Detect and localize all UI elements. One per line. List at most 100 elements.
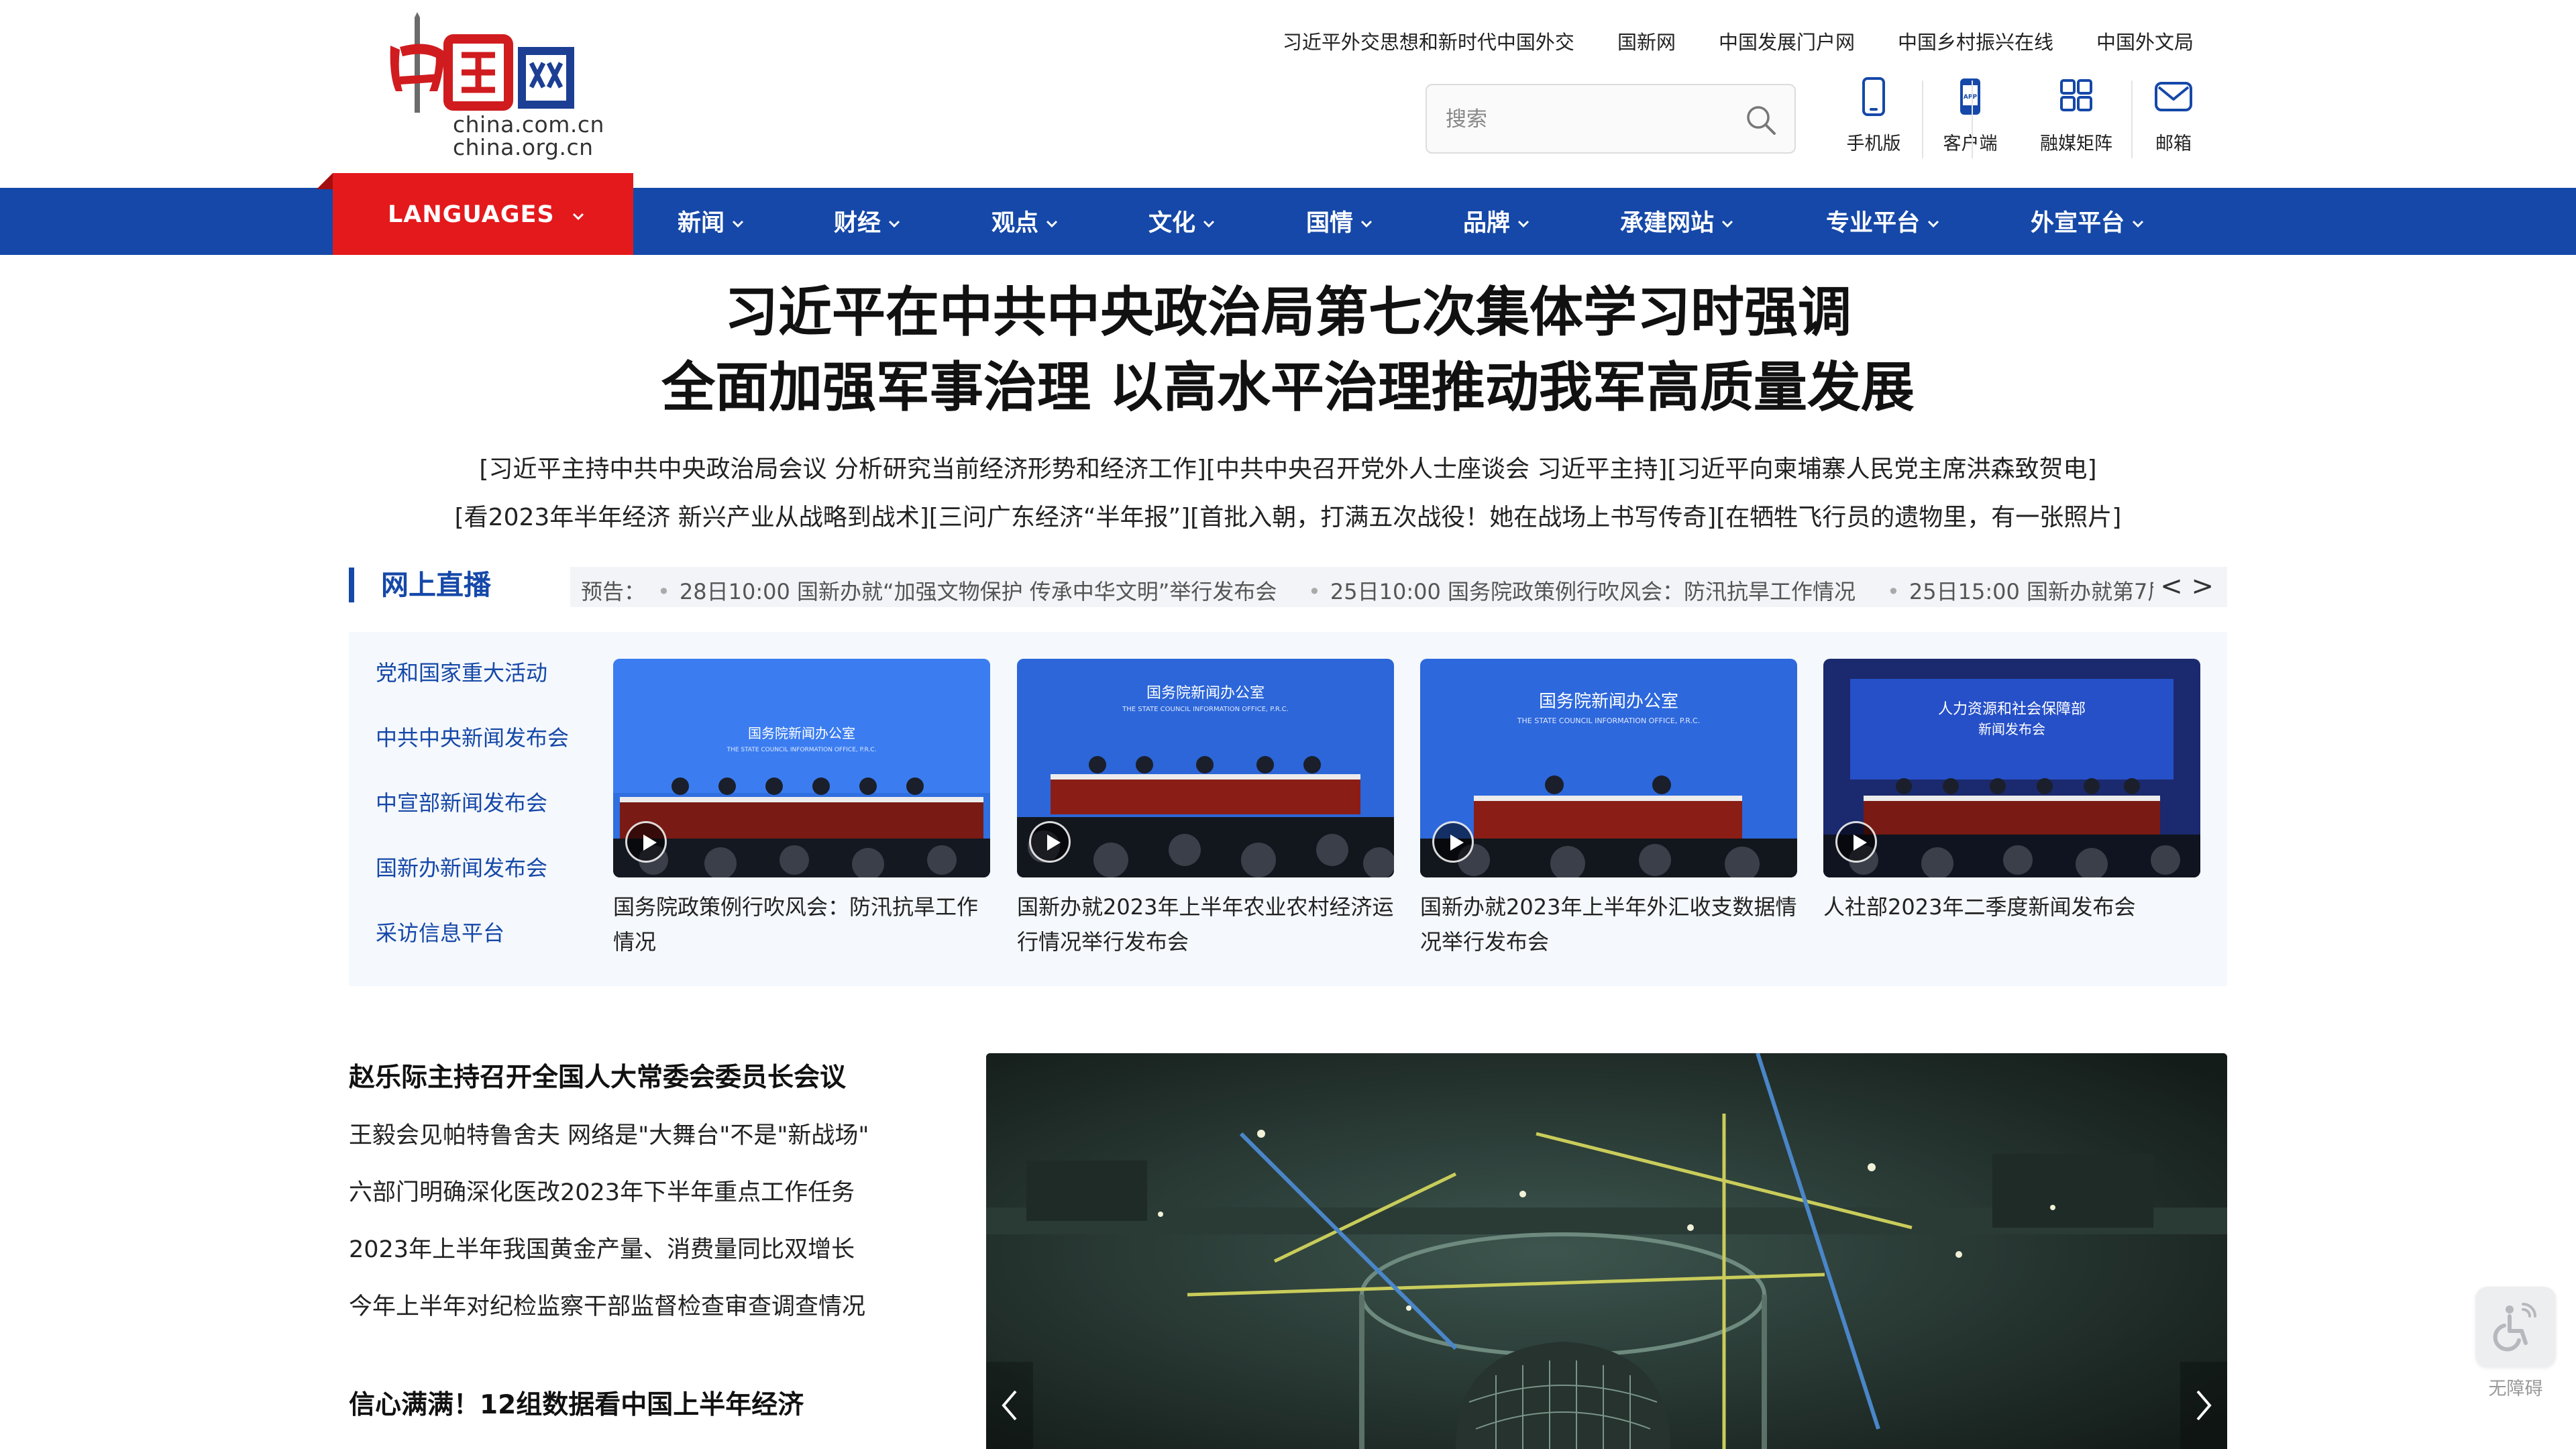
quick-mobile-label: 手机版 — [1846, 133, 1901, 154]
quick-media-matrix-label: 融媒矩阵 — [2040, 133, 2112, 154]
nav-opinion[interactable]: 观点 — [991, 204, 1059, 238]
live-card-thumbnail[interactable]: 国务院新闻办公室 THE STATE COUNCIL INFORMATION O… — [613, 659, 990, 877]
accessibility-label: 无障碍 — [2488, 1379, 2543, 1399]
news-item[interactable]: 六部门明确深化医改2023年下半年重点工作任务 — [349, 1173, 953, 1208]
site-logo[interactable]: china.com.cn china.org.cn — [376, 12, 604, 166]
quick-app-label: 客户端 — [1943, 133, 1998, 154]
nav-news[interactable]: 新闻 — [678, 204, 745, 238]
chevron-down-icon — [1927, 220, 1939, 228]
nav-pro-platforms[interactable]: 专业平台 — [1826, 204, 1940, 238]
play-icon[interactable] — [1432, 821, 1474, 863]
chevron-down-icon — [1203, 220, 1215, 228]
top-headline: 习近平在中共中央政治局第七次集体学习时强调 全面加强军事治理 以高水平治理推动我… — [0, 275, 2576, 425]
ticker-item[interactable]: 25日15:00 国新办就第7届 — [1887, 575, 2169, 606]
screen-subtitle: 新闻发布会 — [1978, 721, 2045, 737]
toplink-development-gateway[interactable]: 中国发展门户网 — [1719, 27, 1855, 55]
nav-brand-label: 品牌 — [1463, 210, 1511, 237]
nav-finance[interactable]: 财经 — [834, 204, 901, 238]
mobile-icon — [1862, 77, 1885, 116]
nav-culture[interactable]: 文化 — [1148, 204, 1216, 238]
carousel-image — [986, 1053, 2227, 1449]
photo-carousel[interactable] — [986, 1053, 2227, 1449]
live-category[interactable]: 中宣部新闻发布会 — [376, 786, 547, 817]
live-card[interactable]: 国务院新闻办公室 THE STATE COUNCIL INFORMATION O… — [1420, 659, 1797, 959]
languages-label: LANGUAGES — [388, 201, 555, 228]
press-conference-image: 国务院新闻办公室 THE STATE COUNCIL INFORMATION O… — [1017, 659, 1394, 877]
live-card-thumbnail[interactable]: 人力资源和社会保障部 新闻发布会 — [1823, 659, 2200, 877]
logo-domain-2: china.org.cn — [453, 134, 594, 160]
live-section-title[interactable]: 网上直播 — [349, 568, 491, 602]
quick-mail[interactable]: 邮箱 — [2137, 75, 2210, 155]
live-category[interactable]: 中共中央新闻发布会 — [376, 721, 569, 752]
quick-mobile[interactable]: 手机版 — [1837, 75, 1911, 155]
nav-opinion-label: 观点 — [991, 210, 1039, 237]
ticker-item[interactable]: 25日10:00 国务院政策例行吹风会：防汛抗旱工作情况 — [1308, 575, 1856, 606]
toplink-diplomacy[interactable]: 习近平外交思想和新时代中国外交 — [1283, 27, 1574, 55]
divider — [1972, 80, 1973, 158]
live-card[interactable]: 人力资源和社会保障部 新闻发布会 人社部2023年二季度新闻发布会 — [1823, 659, 2200, 924]
divider — [1922, 80, 1923, 158]
news-item[interactable]: 王毅会见帕特鲁舍夫 网络是"大舞台"不是"新战场" — [349, 1116, 953, 1150]
screen-subtitle: THE STATE COUNCIL INFORMATION OFFICE, P.… — [1122, 706, 1289, 713]
live-category[interactable]: 采访信息平台 — [376, 916, 504, 947]
grid-icon — [2060, 79, 2092, 111]
live-card-caption[interactable]: 人社部2023年二季度新闻发布会 — [1823, 890, 2200, 924]
chevron-right-icon — [2196, 1390, 2212, 1421]
carousel-next-button[interactable] — [2180, 1362, 2227, 1449]
live-card[interactable]: 国务院新闻办公室 THE STATE COUNCIL INFORMATION O… — [1017, 659, 1394, 959]
nav-culture-label: 文化 — [1148, 210, 1196, 237]
play-icon[interactable] — [1029, 821, 1071, 863]
nav-hosted-sites[interactable]: 承建网站 — [1620, 204, 1734, 238]
related-links-row-1[interactable]: [习近平主持中共中央政治局会议 分析研究当前经济形势和经济工作][中共中央召开党… — [0, 449, 2576, 484]
chevron-left-icon — [1002, 1390, 1017, 1421]
top-links: 习近平外交思想和新时代中国外交 国新网 中国发展门户网 中国乡村振兴在线 中国外… — [1240, 27, 2194, 55]
nav-finance-label: 财经 — [834, 210, 881, 237]
carousel-prev-button[interactable] — [986, 1362, 1033, 1449]
accessibility-button[interactable] — [2475, 1287, 2556, 1367]
ticker-arrows[interactable]: < > — [2153, 571, 2214, 602]
live-card-thumbnail[interactable]: 国务院新闻办公室 THE STATE COUNCIL INFORMATION O… — [1420, 659, 1797, 877]
play-icon[interactable] — [1835, 821, 1877, 863]
search-icon[interactable] — [1743, 103, 1778, 138]
nav-outreach-platforms[interactable]: 外宣平台 — [2031, 204, 2145, 238]
nav-brand[interactable]: 品牌 — [1463, 204, 1530, 238]
nav-national-conditions[interactable]: 国情 — [1306, 204, 1373, 238]
live-card-caption[interactable]: 国新办就2023年上半年农业农村经济运行情况举行发布会 — [1017, 890, 1394, 959]
divider — [2131, 80, 2133, 158]
headline-line-1[interactable]: 习近平在中共中央政治局第七次集体学习时强调 — [0, 275, 2576, 350]
chevron-down-icon — [1517, 220, 1529, 228]
news-item[interactable]: 2023年上半年我国黄金产量、消费量同比双增长 — [349, 1230, 953, 1265]
nav-outreach-platforms-label: 外宣平台 — [2031, 210, 2125, 237]
play-icon[interactable] — [625, 821, 667, 863]
press-conference-image: 国务院新闻办公室 THE STATE COUNCIL INFORMATION O… — [613, 659, 990, 877]
headline-line-2[interactable]: 全面加强军事治理 以高水平治理推动我军高质量发展 — [0, 350, 2576, 425]
screen-title: 国务院新闻办公室 — [1539, 692, 1678, 712]
toplink-rural-revitalization[interactable]: 中国乡村振兴在线 — [1898, 27, 2053, 55]
quick-media-matrix[interactable]: 融媒矩阵 — [2029, 75, 2123, 155]
chevron-down-icon — [888, 220, 900, 228]
live-category[interactable]: 国新办新闻发布会 — [376, 851, 547, 882]
ticker-item[interactable]: 28日10:00 国新办就“加强文物保护 传承中华文明”举行发布会 — [657, 575, 1277, 606]
toplink-cipg[interactable]: 中国外文局 — [2096, 27, 2194, 55]
news-item[interactable]: 今年上半年对纪检监察干部监督检查审查调查情况 — [349, 1287, 953, 1322]
screen-title: 国务院新闻办公室 — [748, 725, 855, 741]
news-headline[interactable]: 信心满满！12组数据看中国上半年经济 — [349, 1384, 953, 1421]
search-input[interactable] — [1446, 103, 1734, 136]
live-category[interactable]: 党和国家重大活动 — [376, 656, 547, 687]
quick-app[interactable]: APP 客户端 — [1933, 75, 2007, 155]
live-card-caption[interactable]: 国新办就2023年上半年外汇收支数据情况举行发布会 — [1420, 890, 1797, 959]
live-card-thumbnail[interactable]: 国务院新闻办公室 THE STATE COUNCIL INFORMATION O… — [1017, 659, 1394, 877]
chevron-down-icon — [572, 213, 584, 221]
press-conference-image: 人力资源和社会保障部 新闻发布会 — [1823, 659, 2200, 877]
toplink-scio[interactable]: 国新网 — [1617, 27, 1676, 55]
china-net-logo-mark — [390, 12, 574, 113]
related-links-row-2[interactable]: [看2023年半年经济 新兴产业从战略到战术][三问广东经济“半年报”][首批入… — [0, 498, 2576, 533]
news-headline[interactable]: 赵乐际主持召开全国人大常委会委员长会议 — [349, 1057, 953, 1094]
live-card-caption[interactable]: 国务院政策例行吹风会：防汛抗旱工作情况 — [613, 890, 990, 959]
live-panel: 党和国家重大活动 中共中央新闻发布会 中宣部新闻发布会 国新办新闻发布会 采访信… — [349, 632, 2227, 986]
search-box — [1426, 84, 1796, 154]
languages-button[interactable]: LANGUAGES — [317, 173, 633, 255]
nav-news-label: 新闻 — [678, 210, 725, 237]
press-conference-image: 国务院新闻办公室 THE STATE COUNCIL INFORMATION O… — [1420, 659, 1797, 877]
live-card[interactable]: 国务院新闻办公室 THE STATE COUNCIL INFORMATION O… — [613, 659, 990, 959]
